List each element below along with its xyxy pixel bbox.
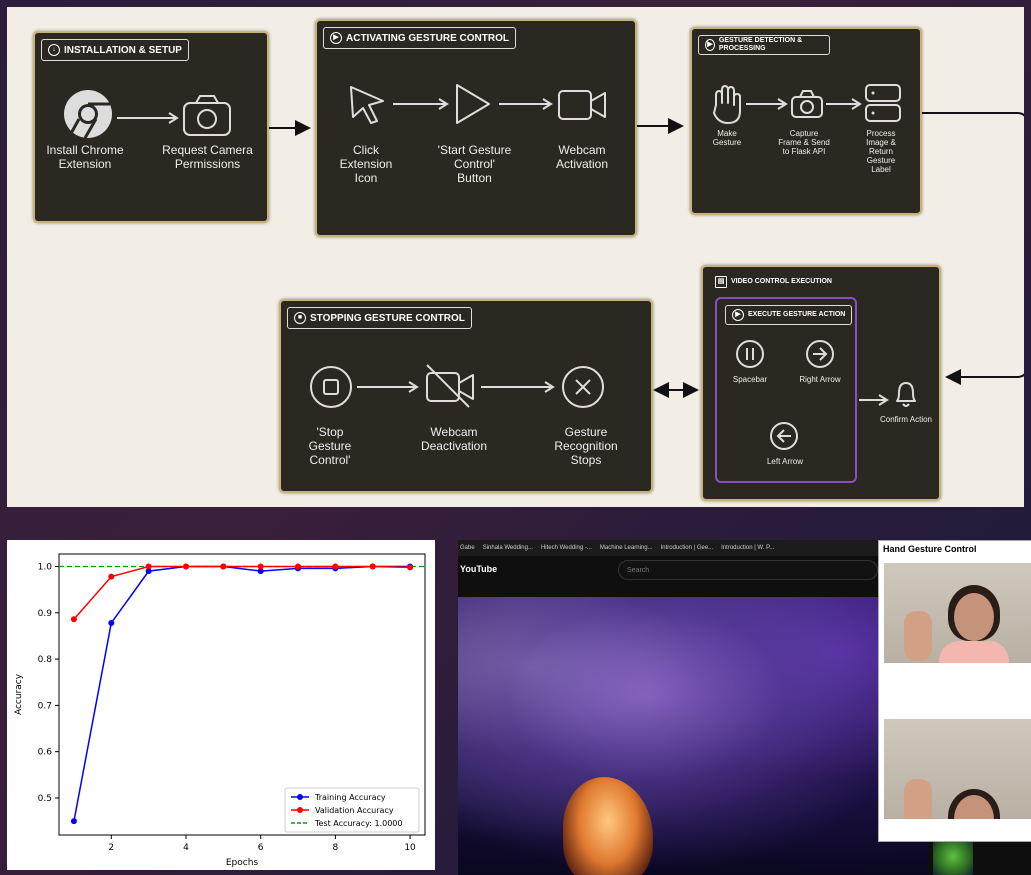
data-point [407, 564, 414, 571]
data-point [70, 818, 77, 825]
stop-step3-label: Gesture Recognition Stops [554, 425, 618, 467]
x-tick-label: 10 [404, 843, 416, 853]
left-arrow-icon [770, 422, 798, 450]
cursor-icon [350, 86, 384, 124]
x-tick-label: 2 [108, 843, 114, 853]
legend-marker [297, 807, 303, 813]
play-circle-icon: ▶ [330, 32, 342, 44]
action-right-arrow-label: Right Arrow [799, 375, 841, 384]
y-tick-label: 0.6 [38, 748, 53, 758]
camera-icon [183, 95, 231, 136]
series-line-validation [73, 565, 411, 620]
download-icon: ↓ [48, 44, 60, 56]
action-left-arrow-label: Left Arrow [766, 457, 803, 466]
data-point [145, 563, 152, 570]
accuracy-chart: 2 4 6 8 10 0.5 0.6 0.7 0.8 0.9 1.0 Epochs Accuracy Tr… [14, 553, 426, 868]
accuracy-chart-panel: 2 4 6 8 10 0.5 0.6 0.7 0.8 0.9 1.0 Epochs Accuracy Tr… [7, 540, 435, 870]
video-thumbnail [933, 838, 973, 875]
legend-label: Validation Accuracy [315, 806, 394, 815]
search-input[interactable]: Search [618, 560, 878, 580]
y-tick-label: 0.7 [38, 701, 52, 711]
x-tick-label: 4 [183, 843, 189, 853]
detect-step1-label: Make Gesture [712, 129, 742, 147]
camera-icon [791, 90, 823, 118]
webcam-feed [884, 563, 1031, 663]
data-point [108, 619, 115, 626]
install-title: ↓ INSTALLATION & SETUP [41, 39, 189, 61]
detect-title: ▶ GESTURE DETECTION & PROCESSING [698, 35, 830, 55]
legend-label: Training Accuracy [314, 793, 386, 802]
pause-icon [736, 340, 764, 368]
browser-tab[interactable]: Machine Learning... [600, 545, 653, 551]
chrome-icon [64, 90, 112, 139]
play-icon [456, 84, 490, 124]
play-circle-icon: ▶ [705, 39, 715, 51]
stop-title: ■ STOPPING GESTURE CONTROL [287, 307, 472, 329]
y-tick-label: 0.8 [38, 655, 53, 665]
data-point [332, 563, 339, 570]
video-off-icon [426, 364, 474, 408]
y-tick-label: 0.9 [38, 609, 53, 619]
browser-tab[interactable]: Introduction | Gee... [661, 545, 714, 551]
action-spacebar-label: Spacebar [732, 375, 768, 384]
detect-box: ▶ GESTURE DETECTION & PROCESSING Make Ges… [690, 27, 922, 215]
activate-step3-label: Webcam Activation [555, 143, 609, 171]
hand-icon [713, 85, 741, 124]
server-icon [865, 84, 901, 122]
data-point [70, 616, 77, 623]
webcam-feed [884, 719, 1031, 819]
stop-icon [310, 366, 352, 408]
video-camera-icon [558, 90, 606, 120]
browser-tab[interactable]: Gabe [460, 545, 475, 551]
detect-step3-label: Process Image & Return Gesture Label [866, 129, 896, 174]
x-axis-label: Epochs [226, 858, 259, 868]
series-line-training [73, 565, 411, 822]
close-circle-icon [562, 366, 604, 408]
right-arrow-icon [806, 340, 834, 368]
y-tick-label: 0.5 [38, 794, 52, 804]
activate-title: ▶ ACTIVATING GESTURE CONTROL [323, 27, 516, 49]
install-step2-label: Request Camera Permissions [162, 143, 253, 171]
browser-tab[interactable]: Sinhala Wedding... [483, 545, 533, 551]
video-control-box: ▤ VIDEO CONTROL EXECUTION ▶ EXECUTE GESTUR… [701, 265, 941, 501]
browser-tab[interactable]: Introduction | W. P... [721, 545, 774, 551]
video-frame-figure [563, 777, 653, 875]
video-player[interactable] [458, 597, 928, 875]
confirm-action-label: Confirm Action [879, 415, 933, 424]
play-circle-icon: ▶ [732, 309, 744, 321]
youtube-logo[interactable]: YouTube [460, 564, 497, 574]
film-icon: ▤ [715, 276, 727, 288]
y-tick-label: 1.0 [38, 562, 53, 572]
install-box: ↓ INSTALLATION & SETUP Install Chrome Ext… [33, 31, 269, 223]
x-tick-label: 8 [333, 843, 339, 853]
popup-title: Hand Gesture Control [883, 544, 977, 554]
legend-label: Test Accuracy: 1.0000 [314, 819, 402, 828]
install-step1-label: Install Chrome Extension [46, 143, 124, 171]
stop-step2-label: Webcam Deactivation [420, 425, 488, 453]
activate-box: ▶ ACTIVATING GESTURE CONTROL Click Extens… [315, 19, 637, 237]
flow-diagram: ↓ INSTALLATION & SETUP Install Chrome Ext… [7, 7, 1024, 507]
execute-action-title: ▶ EXECUTE GESTURE ACTION [725, 305, 853, 325]
x-tick-label: 6 [258, 843, 264, 853]
detect-step2-label: Capture Frame & Send to Flask API [778, 129, 830, 156]
data-point [220, 563, 227, 570]
data-point [257, 563, 264, 570]
data-point [108, 573, 115, 580]
execute-action-box: ▶ EXECUTE GESTURE ACTION Spacebar Right A… [715, 297, 857, 483]
stop-circle-icon: ■ [294, 312, 306, 324]
bell-icon [896, 382, 916, 407]
y-axis-label: Accuracy [14, 673, 24, 715]
gesture-control-popup: Hand Gesture Control [878, 540, 1031, 842]
data-point [369, 563, 376, 570]
stop-step1-label: 'Stop Gesture Control' [308, 425, 352, 467]
stop-box: ■ STOPPING GESTURE CONTROL 'Stop Gesture … [279, 299, 653, 493]
activate-step2-label: 'Start Gesture Control' Button [437, 143, 512, 185]
video-control-title: ▤ VIDEO CONTROL EXECUTION [709, 273, 838, 291]
activate-step1-label: Click Extension Icon [339, 143, 393, 185]
data-point [182, 563, 189, 570]
data-point [295, 563, 302, 570]
legend-marker [297, 794, 303, 800]
youtube-screen: Gabe Sinhala Wedding... Hitech Wedding -… [458, 540, 1031, 875]
browser-tab[interactable]: Hitech Wedding -... [541, 545, 592, 551]
